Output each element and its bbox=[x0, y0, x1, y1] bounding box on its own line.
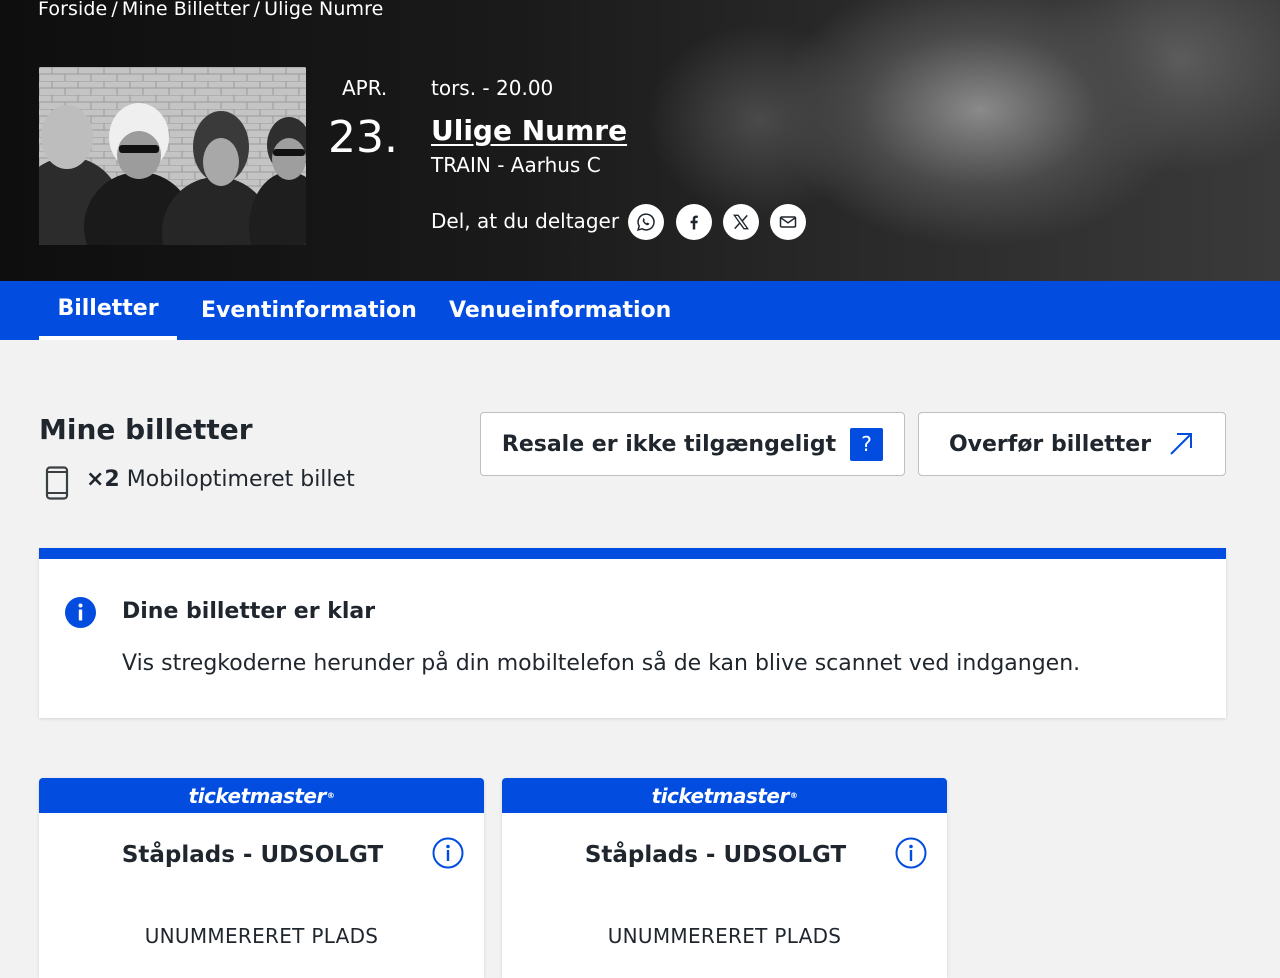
event-day: 23. bbox=[328, 112, 398, 163]
x-icon bbox=[733, 214, 749, 230]
tab-bar: Billetter Eventinformation Venueinformat… bbox=[0, 281, 1280, 340]
event-time: tors. - 20.00 bbox=[431, 76, 554, 100]
ticket-type: Ståplads - UDSOLGT bbox=[584, 842, 847, 868]
resale-button[interactable]: Resale er ikke tilgængeligt ? bbox=[480, 412, 905, 476]
registered-mark-icon: ® bbox=[789, 791, 798, 800]
share-label: Del, at du deltager bbox=[431, 209, 620, 233]
ticket-seat: UNUMMERERET PLADS bbox=[607, 924, 842, 948]
transfer-tickets-button[interactable]: Overfør billetter bbox=[918, 412, 1226, 476]
breadcrumb: Forside / Mine Billetter / Ulige Numre bbox=[38, 0, 383, 20]
my-tickets-title: Mine billetter bbox=[39, 413, 253, 446]
ticket-delivery-type: Mobiloptimeret billet bbox=[126, 467, 355, 492]
resale-button-label: Resale er ikke tilgængeligt bbox=[501, 431, 837, 457]
alert-body: Vis stregkoderne herunder på din mobilte… bbox=[122, 651, 1081, 676]
ticket-brand: ticketmaster bbox=[651, 783, 790, 808]
event-month: APR. bbox=[342, 76, 388, 100]
transfer-button-label: Overfør billetter bbox=[948, 431, 1152, 457]
ticket-card[interactable]: ticketmaster ® Ståplads - UDSOLGT UNUMMER… bbox=[502, 778, 947, 978]
ticket-seat: UNUMMERERET PLADS bbox=[144, 924, 379, 948]
breadcrumb-separator: / bbox=[111, 0, 118, 20]
event-venue: TRAIN - Aarhus C bbox=[431, 153, 601, 177]
ticket-info-icon[interactable] bbox=[432, 837, 464, 869]
breadcrumb-my-tickets[interactable]: Mine Billetter bbox=[122, 0, 250, 20]
share-whatsapp-button[interactable] bbox=[628, 204, 664, 240]
mobile-phone-icon bbox=[45, 466, 69, 500]
whatsapp-icon bbox=[637, 213, 655, 231]
event-title-link[interactable]: Ulige Numre bbox=[431, 114, 627, 147]
share-x-button[interactable] bbox=[723, 204, 759, 240]
ticket-brand: ticketmaster bbox=[188, 783, 327, 808]
ticket-quantity: ×2 bbox=[86, 467, 120, 492]
tab-venue-information[interactable]: Venueinformation bbox=[449, 281, 671, 340]
breadcrumb-separator: / bbox=[253, 0, 261, 20]
facebook-icon bbox=[690, 215, 698, 230]
breadcrumb-current: Ulige Numre bbox=[264, 0, 384, 20]
alert-title: Dine billetter er klar bbox=[122, 599, 376, 624]
share-mail-button[interactable] bbox=[770, 204, 806, 240]
event-hero: Forside / Mine Billetter / Ulige Numre A… bbox=[0, 0, 1280, 281]
ticketmaster-logo: ticketmaster ® bbox=[39, 778, 484, 813]
artist-image bbox=[39, 67, 306, 245]
tickets-ready-alert: Dine billetter er klar Vis stregkoderne … bbox=[39, 548, 1226, 718]
ticket-type: Ståplads - UDSOLGT bbox=[121, 842, 384, 868]
mail-icon bbox=[779, 216, 797, 228]
resale-help-icon[interactable]: ? bbox=[850, 427, 884, 461]
tab-tickets[interactable]: Billetter bbox=[39, 281, 177, 340]
breadcrumb-home[interactable]: Forside bbox=[38, 0, 107, 20]
ticket-count: ×2 Mobiloptimeret billet bbox=[86, 467, 355, 492]
ticket-card[interactable]: ticketmaster ® Ståplads - UDSOLGT UNUMMER… bbox=[39, 778, 484, 978]
ticketmaster-logo: ticketmaster ® bbox=[502, 778, 947, 813]
tab-event-information[interactable]: Eventinformation bbox=[201, 281, 417, 340]
share-facebook-button[interactable] bbox=[676, 204, 712, 240]
info-icon bbox=[65, 597, 96, 628]
ticket-info-icon[interactable] bbox=[895, 837, 927, 869]
registered-mark-icon: ® bbox=[326, 791, 335, 800]
arrow-up-right-icon bbox=[1170, 433, 1193, 455]
